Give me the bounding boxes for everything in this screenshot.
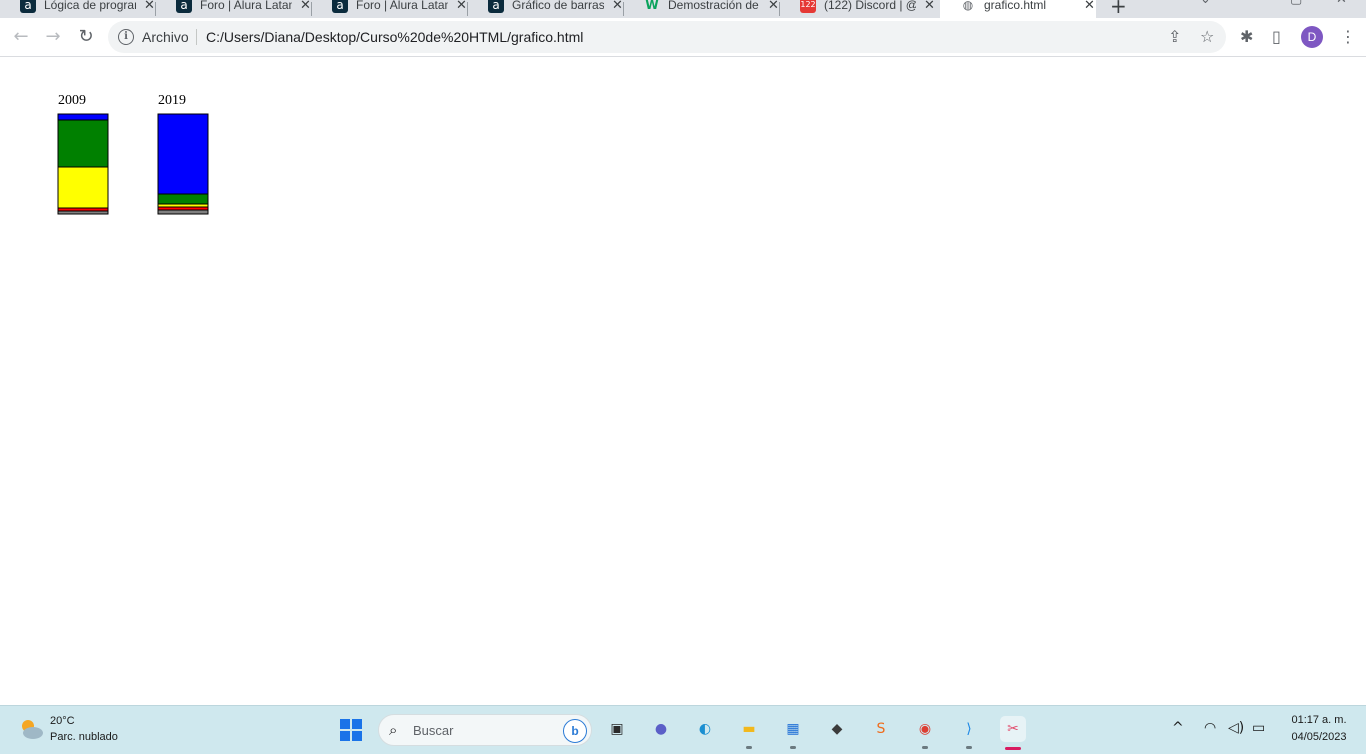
- bar-segment-2019-4: [157, 209, 209, 215]
- share-icon[interactable]: ⇪: [1168, 27, 1181, 46]
- new-tab-button[interactable]: +: [1110, 0, 1127, 18]
- store-icon[interactable]: ▦: [780, 716, 806, 749]
- bar-segment-2009-2: [57, 166, 109, 209]
- chevron-down-icon[interactable]: ⌄: [1200, 0, 1211, 7]
- bar-segment-2009-0: [57, 113, 109, 121]
- chrome-icon[interactable]: ◉: [912, 716, 938, 749]
- close-icon[interactable]: ✕: [612, 0, 623, 13]
- weather-icon[interactable]: [18, 717, 44, 741]
- tab-foro-2[interactable]: a Foro | Alura Latam ✕: [312, 0, 468, 18]
- tab-title: Foro | Alura Latam: [200, 0, 292, 12]
- edge-icon[interactable]: ◐: [692, 716, 718, 742]
- close-icon[interactable]: ✕: [456, 0, 467, 13]
- address-bar[interactable]: i Archivo C:/Users/Diana/Desktop/Curso%2…: [108, 21, 1226, 53]
- omnibox-divider: [196, 29, 197, 45]
- tab-demostracion[interactable]: W Demostración de ✕: [624, 0, 780, 18]
- maps-icon[interactable]: ◆: [824, 716, 850, 742]
- search-icon: ⌕: [389, 721, 398, 739]
- discord-icon: 122: [800, 0, 816, 13]
- tab-grafico-html[interactable]: ◍ grafico.html ✕: [940, 0, 1096, 18]
- tab-grafico-barras[interactable]: a Gráfico de barras ✕: [468, 0, 624, 18]
- tab-title: Foro | Alura Latam: [356, 0, 448, 12]
- taskbar-search[interactable]: ⌕ Buscar b: [378, 714, 592, 746]
- bar-segment-2009-4: [57, 210, 109, 215]
- tab-foro-1[interactable]: a Foro | Alura Latam ✕: [156, 0, 312, 18]
- chat-icon[interactable]: ●: [648, 716, 674, 742]
- globe-icon: ◍: [962, 0, 974, 12]
- weather-temperature[interactable]: 20°C: [50, 715, 75, 727]
- file-explorer-icon[interactable]: ▬: [736, 716, 762, 749]
- tab-title: Lógica de programación: [44, 0, 136, 12]
- running-indicator: [746, 746, 752, 749]
- alura-icon: a: [488, 0, 504, 13]
- weather-description[interactable]: Parc. nublado: [50, 731, 118, 743]
- running-indicator: [922, 746, 928, 749]
- window-close-icon[interactable]: ✕: [1336, 0, 1347, 7]
- tab-title: (122) Discord | @: [824, 0, 916, 12]
- task-view-icon[interactable]: ▣: [604, 716, 630, 742]
- running-indicator: [790, 746, 796, 749]
- tab-strip: a Lógica de programación ✕ a Foro | Alur…: [0, 0, 1366, 18]
- bar-label-2019: 2019: [158, 93, 186, 108]
- restore-icon[interactable]: ▢: [1290, 0, 1302, 7]
- bar-segment-2009-1: [57, 119, 109, 168]
- close-icon[interactable]: ✕: [300, 0, 311, 13]
- side-panel-icon[interactable]: ▯: [1272, 27, 1281, 46]
- clock-date[interactable]: 04/05/2023: [1284, 731, 1354, 743]
- extensions-icon[interactable]: ✱: [1240, 27, 1253, 46]
- alura-icon: a: [332, 0, 348, 13]
- snipping-tool-icon[interactable]: ✂: [1000, 716, 1026, 750]
- tab-title: Demostración de: [668, 0, 759, 12]
- w-icon: W: [645, 0, 659, 12]
- clock-time[interactable]: 01:17 a. m.: [1284, 714, 1354, 726]
- sublime-icon[interactable]: S: [868, 716, 894, 742]
- tab-logica[interactable]: a Lógica de programación ✕: [0, 0, 156, 18]
- browser-toolbar: ← → ↻ i Archivo C:/Users/Diana/Desktop/C…: [0, 18, 1366, 57]
- info-icon[interactable]: i: [118, 29, 134, 45]
- back-button[interactable]: ←: [10, 26, 32, 48]
- windows-start-icon[interactable]: [340, 719, 362, 741]
- close-icon[interactable]: ✕: [144, 0, 155, 13]
- alura-icon: a: [176, 0, 192, 13]
- page-content: 2009 2019: [0, 57, 1366, 705]
- menu-icon[interactable]: ⋮: [1340, 27, 1356, 46]
- bar-segment-2019-0: [157, 113, 209, 195]
- bar-segment-2019-1: [157, 193, 209, 205]
- tray-chevron-icon[interactable]: ^: [1172, 720, 1184, 736]
- close-icon[interactable]: ✕: [924, 0, 935, 13]
- star-icon[interactable]: ☆: [1200, 27, 1214, 46]
- tab-discord[interactable]: 122 (122) Discord | @ ✕: [780, 0, 936, 18]
- url-text[interactable]: C:/Users/Diana/Desktop/Curso%20de%20HTML…: [206, 29, 583, 45]
- forward-button[interactable]: →: [42, 26, 64, 48]
- wifi-icon[interactable]: ◠: [1204, 720, 1216, 736]
- tab-title: Gráfico de barras: [512, 0, 604, 12]
- taskbar: 20°C Parc. nublado ⌕ Buscar b ▣ ● ◐ ▬ ▦ ◆ S ◉ ⟩ ✂…: [0, 705, 1366, 754]
- profile-avatar[interactable]: D: [1301, 26, 1323, 48]
- battery-icon[interactable]: ▭: [1252, 720, 1265, 736]
- running-indicator: [966, 746, 972, 749]
- vscode-icon[interactable]: ⟩: [956, 716, 982, 749]
- stacked-bar-chart: 2009 2019: [57, 93, 209, 215]
- close-icon[interactable]: ✕: [1084, 0, 1095, 13]
- alura-icon: a: [20, 0, 36, 13]
- active-indicator: [1005, 747, 1021, 750]
- site-chip[interactable]: Archivo: [142, 29, 189, 45]
- volume-icon[interactable]: ◁): [1228, 720, 1244, 736]
- bing-icon[interactable]: b: [563, 719, 587, 743]
- reload-button[interactable]: ↻: [75, 26, 97, 48]
- search-label: Buscar: [413, 723, 454, 738]
- tab-title: grafico.html: [984, 0, 1047, 12]
- bar-label-2009: 2009: [58, 93, 86, 108]
- close-icon[interactable]: ✕: [768, 0, 779, 13]
